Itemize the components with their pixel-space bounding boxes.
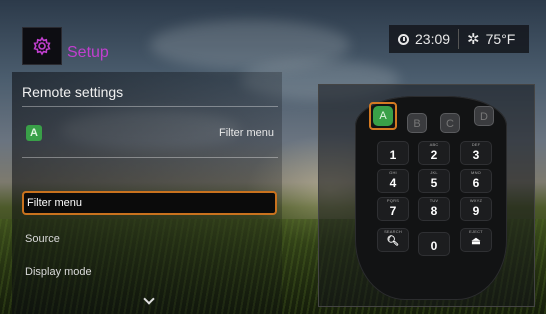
color-key-a[interactable]: A [373,106,393,126]
gear-icon [22,27,62,65]
temperature: 75°F [485,31,516,47]
page-title: Setup [67,44,109,61]
remote-key-3[interactable]: DEF 3 [460,141,492,165]
key-digit: 4 [389,176,397,190]
clock-icon [398,33,409,45]
remote-key-eject[interactable]: EJECT ⏏ [460,228,492,252]
key-digit: 7 [389,204,397,218]
panel-title: Remote settings [22,84,124,100]
clock-time: 23:09 [415,31,451,47]
sun-icon: ✲ [467,31,480,48]
remote-key-4[interactable]: GHI 4 [377,169,409,193]
key-digit: 2 [430,148,438,162]
color-key-b[interactable]: B [407,113,427,133]
divider [22,106,278,107]
key-digit: 8 [430,204,438,218]
key-digit: 6 [472,176,480,190]
eject-icon: ⏏ [471,236,481,247]
menu-item-display-mode[interactable]: Display mode [22,260,277,284]
menu-item-source[interactable]: Source [22,227,277,251]
remote-key-2[interactable]: ABC 2 [418,141,450,165]
key-digit: 3 [472,148,480,162]
search-icon: 🔍︎ [386,236,400,247]
status-bar: 23:09 ✲ 75°F [389,25,529,53]
key-digit: 5 [430,176,438,190]
remote-key-8[interactable]: TUV 8 [418,197,450,221]
remote-key-search[interactable]: SEARCH 🔍︎ [377,228,409,252]
status-divider [458,29,460,49]
color-key-c[interactable]: C [440,113,460,133]
assigned-function: Filter menu [218,127,274,139]
color-key-d[interactable]: D [474,106,494,126]
setup-screen: Setup 23:09 ✲ 75°F Remote settings A Fil… [0,0,546,314]
divider [22,157,278,158]
remote-key-9[interactable]: WXYZ 9 [460,197,492,221]
key-digit: 9 [472,204,480,218]
remote-key-7[interactable]: PQRS 7 [377,197,409,221]
remote-key-6[interactable]: MNO 6 [460,169,492,193]
key-a-badge: A [26,125,42,141]
key-digit: 1 [389,148,397,162]
remote-key-5[interactable]: JKL 5 [418,169,450,193]
remote-key-1[interactable]: 1 [377,141,409,165]
key-digit: 0 [430,239,438,253]
menu-item-filter-menu[interactable]: Filter menu [22,191,277,215]
remote-key-0[interactable]: 0 [418,232,450,256]
